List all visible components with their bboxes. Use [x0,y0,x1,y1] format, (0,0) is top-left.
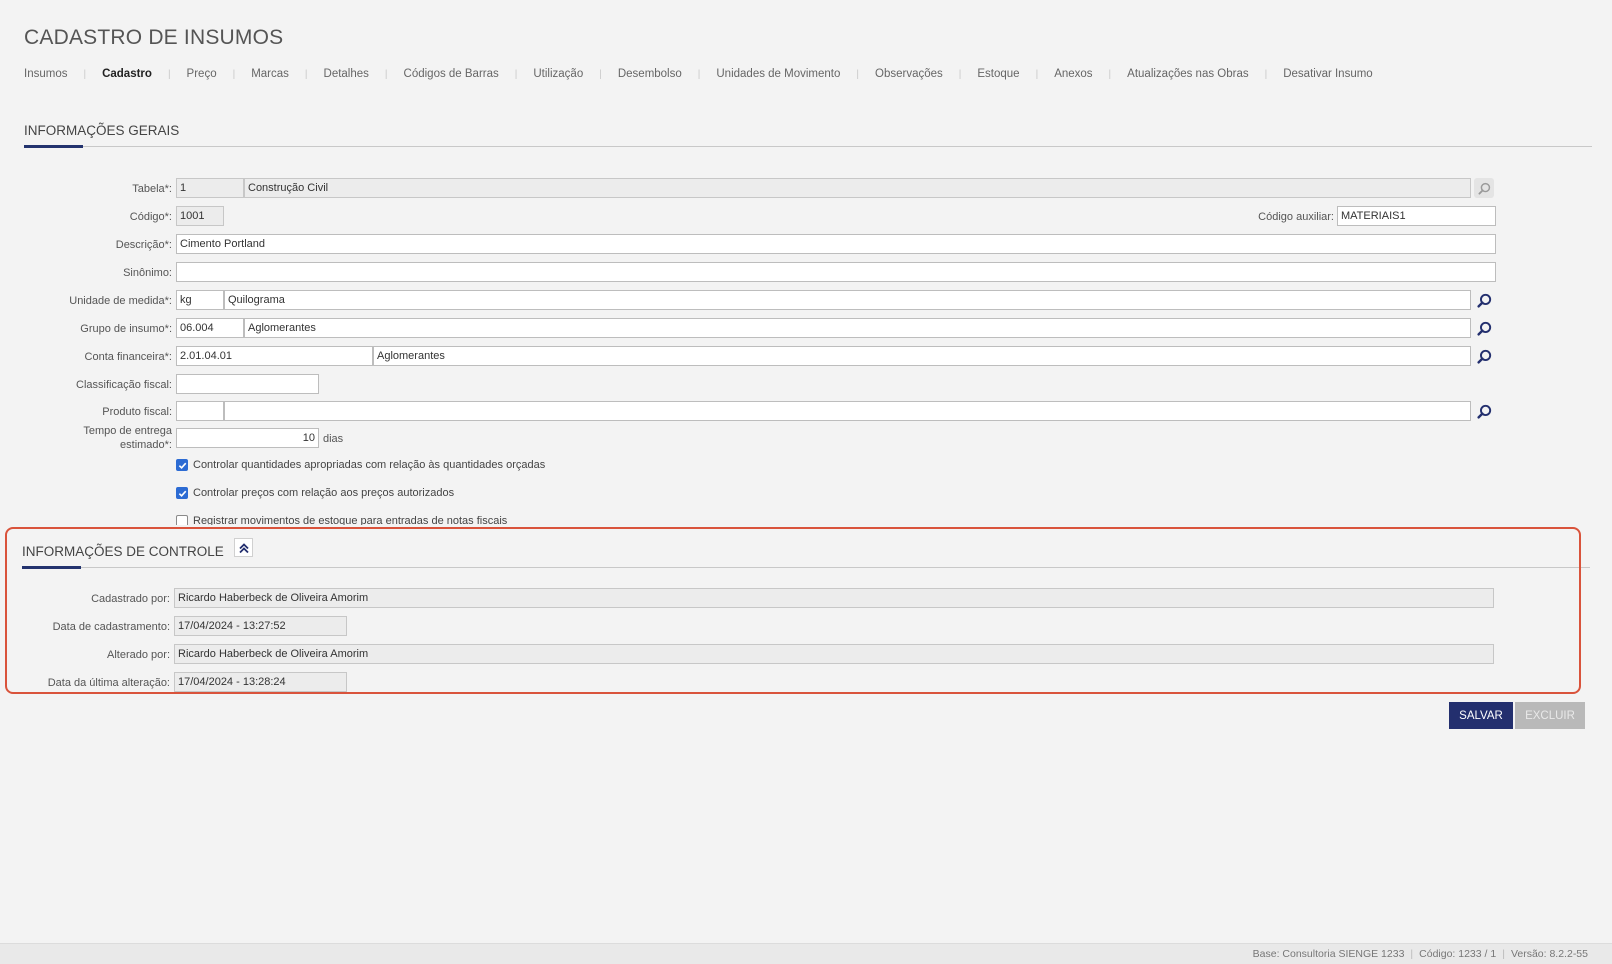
status-bar: Base: Consultoria SIENGE 1233 | Código: 12… [0,943,1612,964]
check-controlar-quantidades[interactable]: Controlar quantidades apropriadas com re… [176,459,545,471]
delete-button[interactable]: EXCLUIR [1515,702,1585,729]
collapse-section-button[interactable] [234,538,253,557]
checkbox-unchecked-icon[interactable] [176,515,188,525]
check-registrar-movimentos-label: Registrar movimentos de estoque para ent… [193,515,508,525]
unidade-name-field[interactable]: Quilograma [224,290,1471,310]
save-button[interactable]: SALVAR [1449,702,1513,729]
general-section-header: INFORMAÇÕES GERAIS [24,117,1592,148]
descricao-label: Descrição*: [115,239,172,251]
data-cadastramento-field[interactable]: 17/04/2024 - 13:27:52 [174,616,347,636]
tab-desativar-insumo[interactable]: Desativar Insumo [1283,68,1372,80]
footer-versao: Versão: 8.2.2-55 [1510,948,1588,960]
section-underline [22,566,81,569]
check-clip: Registrar movimentos de estoque para ent… [170,510,770,525]
tab-preco[interactable]: Preço [187,68,217,80]
tab-anexos[interactable]: Anexos [1054,68,1092,80]
grupo-search-icon[interactable] [1474,318,1494,338]
conta-search-icon[interactable] [1474,346,1494,366]
conta-label: Conta financeira*: [84,351,172,363]
cadastrado-por-label: Cadastrado por: [91,593,170,605]
grupo-label: Grupo de insumo*: [80,323,172,335]
checkbox-checked-icon[interactable] [176,487,188,499]
produto-search-icon[interactable] [1474,401,1494,421]
data-alteracao-label: Data da última alteração: [47,677,170,689]
check-controlar-precos[interactable]: Controlar preços com relação aos preços … [176,487,454,499]
descricao-field[interactable]: Cimento Portland [176,234,1496,254]
tabela-search-icon[interactable] [1474,178,1494,198]
tab-insumos[interactable]: Insumos [24,68,67,80]
check-controlar-precos-label: Controlar preços com relação aos preços … [193,487,455,499]
codigo-auxiliar-field[interactable]: MATERIAIS1 [1337,206,1496,226]
unidade-label: Unidade de medida*: [69,295,172,307]
status-bar-text: Base: Consultoria SIENGE 1233 | Código: 12… [1252,948,1588,960]
produto-name-field[interactable] [224,401,1471,421]
codigo-field[interactable]: 1001 [176,206,224,226]
tab-unidades-de-movimento[interactable]: Unidades de Movimento [716,68,840,80]
data-cadastramento-label: Data de cadastramento: [52,621,170,633]
unidade-search-icon[interactable] [1474,290,1494,310]
tab-cadastro[interactable]: Cadastro [102,68,152,80]
tab-utilizacao[interactable]: Utilização [533,68,583,80]
tabela-label: Tabela*: [132,183,172,195]
classificacao-field[interactable] [176,374,319,394]
footer-base: Base: Consultoria SIENGE 1233 [1252,948,1405,960]
sinonimo-field[interactable] [176,262,1496,282]
tab-observacoes[interactable]: Observações [875,68,943,80]
control-section-title: INFORMAÇÕES DE CONTROLE [22,544,224,559]
conta-code-field[interactable]: 2.01.04.01 [176,346,373,366]
tabela-code-field[interactable]: 1 [176,178,244,198]
grupo-code-field[interactable]: 06.004 [176,318,244,338]
control-section-header: INFORMAÇÕES DE CONTROLE [22,538,1590,569]
tab-codigos-de-barras[interactable]: Códigos de Barras [404,68,499,80]
unidade-code-field[interactable]: kg [176,290,224,310]
check-registrar-movimentos[interactable]: Registrar movimentos de estoque para ent… [176,515,507,525]
produto-label: Produto fiscal: [102,406,172,418]
tempo-label-line2: estimado*: [120,439,172,451]
codigo-auxiliar-label: Código auxiliar: [1258,211,1334,223]
grupo-name-field[interactable]: Aglomerantes [244,318,1471,338]
tab-desembolso[interactable]: Desembolso [618,68,682,80]
data-alteracao-field[interactable]: 17/04/2024 - 13:28:24 [174,672,347,692]
section-underline [24,145,83,148]
tab-marcas[interactable]: Marcas [251,68,289,80]
classificacao-label: Classificação fiscal: [76,379,172,391]
produto-code-field[interactable] [176,401,224,421]
tab-atualizacoes-nas-obras[interactable]: Atualizações nas Obras [1127,68,1248,80]
sinonimo-label: Sinônimo: [123,267,172,279]
cadastrado-por-field[interactable]: Ricardo Haberbeck de Oliveira Amorim [174,588,1494,608]
chevron-double-up-icon [238,542,249,553]
tab-estoque[interactable]: Estoque [977,68,1019,80]
tempo-unit-label: dias [323,433,344,445]
page-title: CADASTRO DE INSUMOS [24,26,284,49]
tab-bar: Insumos | Cadastro | Preço | Marcas | Detalh… [24,68,1373,80]
tab-detalhes[interactable]: Detalhes [324,68,369,80]
checkbox-checked-icon[interactable] [176,459,188,471]
tempo-entrega-field[interactable]: 10 [176,428,319,448]
general-section-title: INFORMAÇÕES GERAIS [24,123,180,138]
footer-codigo: Código: 1233 / 1 [1419,948,1497,960]
alterado-por-field[interactable]: Ricardo Haberbeck de Oliveira Amorim [174,644,1494,664]
alterado-por-label: Alterado por: [107,649,170,661]
app-root: CADASTRO DE INSUMOS Insumos | Cadastro | P… [0,0,1612,964]
codigo-label: Código*: [129,211,172,223]
tabela-name-field[interactable]: Construção Civil [244,178,1471,198]
tempo-label-line1: Tempo de entrega [83,425,172,437]
check-controlar-quantidades-label: Controlar quantidades apropriadas com re… [193,459,546,471]
conta-name-field[interactable]: Aglomerantes [373,346,1471,366]
